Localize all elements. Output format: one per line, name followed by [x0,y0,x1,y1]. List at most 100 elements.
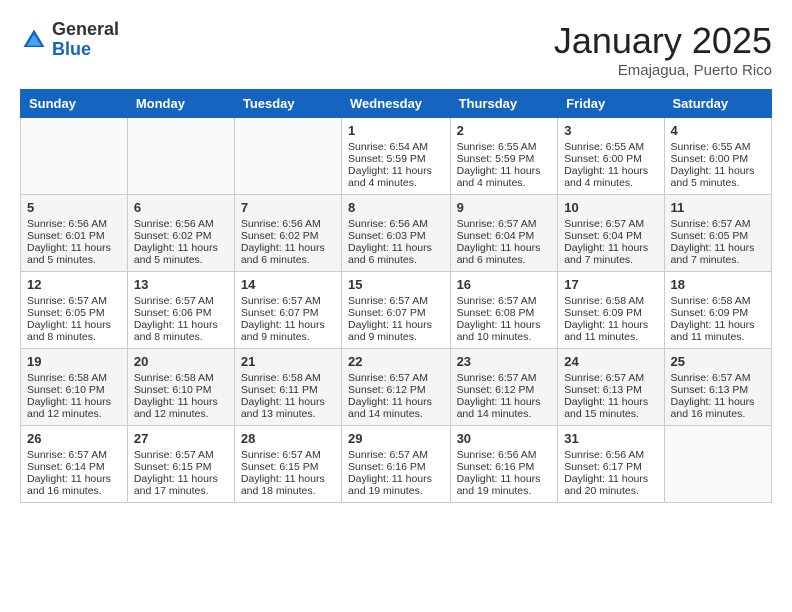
day-info: Sunrise: 6:58 AM [27,372,121,384]
day-cell: 13Sunrise: 6:57 AMSunset: 6:06 PMDayligh… [127,272,234,349]
day-cell: 27 Sunrise: 6:57 AMSunset: 6:15 PMDayligh… [127,426,234,503]
day-info: Sunrise: 6:57 AM [348,372,444,384]
day-info: Sunset: 6:16 PM [348,461,444,473]
day-info: Sunset: 6:15 PM [134,461,228,473]
day-info: Sunrise: 6:56 AM [27,218,121,230]
day-info: Daylight: 11 hours and 6 minutes. [348,242,444,266]
day-info: Sunset: 6:10 PM [27,384,121,396]
day-cell: 8Sunrise: 6:56 AMSunset: 6:03 PMDaylight… [342,195,451,272]
day-number: 15 [348,277,444,292]
day-info: Daylight: 11 hours and 19 minutes. [457,473,552,497]
day-info: Sunset: 5:59 PM [457,153,552,165]
weekday-header-monday: Monday [127,90,234,118]
day-number: 30 [457,431,552,446]
day-info: Sunrise: 6:57 AM [671,218,765,230]
day-info: Daylight: 11 hours and 4 minutes. [348,165,444,189]
day-number: 4 [671,123,765,138]
day-number: 25 [671,354,765,369]
day-cell [127,118,234,195]
week-row-3: 12Sunrise: 6:57 AMSunset: 6:05 PMDayligh… [21,272,772,349]
day-cell: 25Sunrise: 6:57 AMSunset: 6:13 PMDayligh… [664,349,771,426]
day-info: Daylight: 11 hours and 15 minutes. [564,396,657,420]
day-cell: 5Sunrise: 6:56 AMSunset: 6:01 PMDaylight… [21,195,128,272]
weekday-header-wednesday: Wednesday [342,90,451,118]
day-info: Sunset: 6:00 PM [671,153,765,165]
day-info: Sunrise: 6:57 AM [241,295,335,307]
title-block: January 2025 Emajagua, Puerto Rico [554,20,772,79]
logo-icon [20,26,48,54]
day-info: Daylight: 11 hours and 20 minutes. [564,473,657,497]
day-info: Sunrise: 6:57 AM [348,449,444,461]
week-row-4: 19Sunrise: 6:58 AMSunset: 6:10 PMDayligh… [21,349,772,426]
week-row-1: 1Sunrise: 6:54 AMSunset: 5:59 PMDaylight… [21,118,772,195]
day-number: 14 [241,277,335,292]
day-info: Daylight: 11 hours and 6 minutes. [457,242,552,266]
day-cell: 18Sunrise: 6:58 AMSunset: 6:09 PMDayligh… [664,272,771,349]
day-info: Sunset: 6:05 PM [27,307,121,319]
day-cell: 21Sunrise: 6:58 AMSunset: 6:11 PMDayligh… [234,349,341,426]
weekday-header-thursday: Thursday [450,90,558,118]
day-info: Daylight: 11 hours and 7 minutes. [671,242,765,266]
day-info: Daylight: 11 hours and 12 minutes. [134,396,228,420]
day-info: Sunrise: 6:56 AM [241,218,335,230]
day-info: Sunset: 6:02 PM [241,230,335,242]
day-number: 23 [457,354,552,369]
day-number: 18 [671,277,765,292]
day-number: 3 [564,123,657,138]
day-info: Sunrise: 6:57 AM [348,295,444,307]
day-number: 6 [134,200,228,215]
day-info: Sunrise: 6:57 AM [134,449,228,461]
day-info: Sunset: 6:01 PM [27,230,121,242]
day-cell: 17Sunrise: 6:58 AMSunset: 6:09 PMDayligh… [558,272,664,349]
day-number: 9 [457,200,552,215]
day-cell: 10Sunrise: 6:57 AMSunset: 6:04 PMDayligh… [558,195,664,272]
day-cell: 1Sunrise: 6:54 AMSunset: 5:59 PMDaylight… [342,118,451,195]
day-info: Sunrise: 6:58 AM [134,372,228,384]
day-number: 7 [241,200,335,215]
day-cell: 9Sunrise: 6:57 AMSunset: 6:04 PMDaylight… [450,195,558,272]
day-info: Sunrise: 6:57 AM [564,218,657,230]
day-number: 12 [27,277,121,292]
day-info: Daylight: 11 hours and 14 minutes. [457,396,552,420]
weekday-header-saturday: Saturday [664,90,771,118]
day-info: Daylight: 11 hours and 9 minutes. [241,319,335,343]
day-info: Sunrise: 6:57 AM [671,372,765,384]
location: Emajagua, Puerto Rico [554,62,772,79]
logo: General Blue [20,20,119,60]
day-info: Daylight: 11 hours and 8 minutes. [27,319,121,343]
day-number: 8 [348,200,444,215]
week-row-5: 26Sunrise: 6:57 AMSunset: 6:14 PMDayligh… [21,426,772,503]
day-info: Daylight: 11 hours and 16 minutes. [671,396,765,420]
day-info: Sunset: 6:12 PM [457,384,552,396]
day-info: Daylight: 11 hours and 17 minutes. [134,473,228,497]
day-cell: 4Sunrise: 6:55 AMSunset: 6:00 PMDaylight… [664,118,771,195]
day-info: Daylight: 11 hours and 4 minutes. [457,165,552,189]
day-number: 27 [134,431,228,446]
day-info: Sunset: 5:59 PM [348,153,444,165]
day-info: Sunrise: 6:55 AM [564,141,657,153]
day-cell [234,118,341,195]
day-info: Sunset: 6:07 PM [241,307,335,319]
day-info: Daylight: 11 hours and 11 minutes. [671,319,765,343]
week-row-2: 5Sunrise: 6:56 AMSunset: 6:01 PMDaylight… [21,195,772,272]
page-header: General Blue January 2025 Emajagua, Puer… [20,20,772,79]
day-info: Daylight: 11 hours and 5 minutes. [27,242,121,266]
day-info: Sunset: 6:03 PM [348,230,444,242]
calendar-table: SundayMondayTuesdayWednesdayThursdayFrid… [20,89,772,503]
day-number: 21 [241,354,335,369]
day-number: 1 [348,123,444,138]
day-info: Sunrise: 6:57 AM [134,295,228,307]
day-cell: 3Sunrise: 6:55 AMSunset: 6:00 PMDaylight… [558,118,664,195]
day-info: Sunrise: 6:55 AM [457,141,552,153]
day-cell: 31Sunrise: 6:56 AMSunset: 6:17 PMDayligh… [558,426,664,503]
day-number: 20 [134,354,228,369]
day-info: Sunset: 6:17 PM [564,461,657,473]
day-cell: 24Sunrise: 6:57 AMSunset: 6:13 PMDayligh… [558,349,664,426]
day-info: Sunset: 6:07 PM [348,307,444,319]
logo-general: General [52,19,119,39]
day-cell: 7Sunrise: 6:56 AMSunset: 6:02 PMDaylight… [234,195,341,272]
day-number: 11 [671,200,765,215]
day-info: Sunrise: 6:57 AM [457,295,552,307]
day-info: Daylight: 11 hours and 9 minutes. [348,319,444,343]
day-info: Sunset: 6:09 PM [671,307,765,319]
